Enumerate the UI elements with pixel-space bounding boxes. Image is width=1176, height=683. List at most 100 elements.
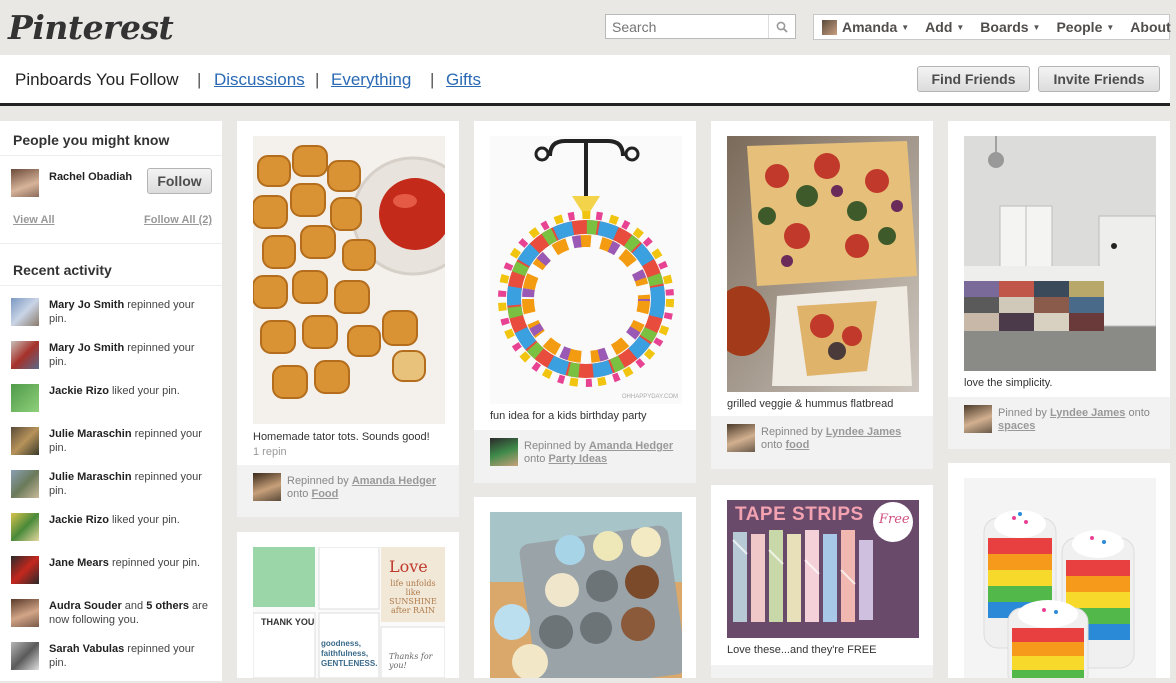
pin-image-wreath[interactable]: OHHAPPYDAY.COM	[490, 136, 682, 404]
search-box[interactable]	[605, 14, 796, 39]
activity-item[interactable]: Mary Jo Smith repinned your pin.	[11, 298, 211, 326]
activity-item[interactable]: Julie Maraschin repinned your pin.	[11, 470, 211, 498]
activity-item[interactable]: Jane Mears repinned your pin.	[11, 556, 211, 584]
pin-image-rainbow-jello[interactable]	[964, 478, 1156, 683]
tab-everything[interactable]: Everything	[331, 70, 411, 90]
find-friends-button[interactable]: Find Friends	[917, 66, 1030, 92]
activity-user[interactable]: Jackie Rizo	[49, 385, 109, 397]
people-menu[interactable]: People ▼	[1048, 19, 1122, 35]
pin-attribution: Repinned by Lyndee James onto food	[711, 416, 933, 469]
search-button[interactable]	[768, 15, 795, 38]
tab-gifts[interactable]: Gifts	[446, 70, 481, 90]
activity-user[interactable]: Julie Maraschin	[49, 428, 132, 440]
pinned-by-label: Pinned by	[998, 407, 1050, 419]
repin-count[interactable]: 1 repin	[253, 446, 287, 458]
activity-user[interactable]: Julie Maraschin	[49, 471, 132, 483]
activity-item[interactable]: Jackie Rizo liked your pin.	[11, 384, 211, 412]
activity-text: Sarah Vabulas repinned your pin.	[49, 642, 211, 670]
activity-thumbnail	[11, 298, 39, 326]
activity-user[interactable]: Sarah Vabulas	[49, 643, 124, 655]
onto-label: onto	[287, 488, 312, 500]
board-link[interactable]: food	[785, 439, 809, 451]
suggestion-name[interactable]: Rachel Obadiah	[49, 171, 132, 183]
attribution-text: Repinned by Amanda Hedger onto Food	[287, 475, 436, 501]
search-input[interactable]	[606, 15, 778, 38]
people-label: People	[1056, 19, 1103, 35]
pin-card[interactable]	[474, 497, 696, 683]
pin-card[interactable]: love the simplicity. Pinned by Lyndee Ja…	[948, 121, 1170, 449]
pinner-link[interactable]: Lyndee James	[1050, 407, 1125, 419]
activity-thumbnail	[11, 599, 39, 627]
pin-image-flatbread[interactable]	[714, 136, 919, 392]
pin-card[interactable]: OHHAPPYDAY.COM fun idea for a kids birth…	[474, 121, 696, 483]
repinned-by-label: Repinned by	[287, 475, 352, 487]
follow-all-link[interactable]: Follow All (2)	[144, 214, 212, 226]
pin-attribution: Pinned by Lyndee James onto spaces	[948, 397, 1170, 449]
activity-user[interactable]: Jane Mears	[49, 557, 109, 569]
pinner-avatar[interactable]	[490, 438, 518, 466]
board-link[interactable]: spaces	[998, 420, 1035, 432]
magnifier-icon	[776, 21, 788, 33]
activity-user[interactable]: Audra Souder	[49, 600, 122, 612]
activity-thumbnail	[11, 427, 39, 455]
pinner-avatar[interactable]	[253, 473, 281, 501]
activity-item[interactable]: Sarah Vabulas repinned your pin.	[11, 642, 211, 670]
suggestion-avatar[interactable]	[11, 169, 39, 197]
pin-card[interactable]: TAPE STRIPS Free Love these...and they'r…	[711, 485, 933, 678]
pinner-avatar[interactable]	[727, 424, 755, 452]
pin-description: fun idea for a kids birthday party	[490, 410, 647, 422]
activity-item[interactable]: Mary Jo Smith repinned your pin.	[11, 341, 211, 369]
pin-description: Homemade tator tots. Sounds good!	[253, 431, 430, 443]
card-sunshine: life unfolds like SUNSHINE after RAIN	[389, 579, 437, 615]
pin-card[interactable]: Homemade tator tots. Sounds good! 1 repi…	[237, 121, 475, 517]
activity-text: Julie Maraschin repinned your pin.	[49, 427, 211, 455]
chevron-down-icon: ▼	[956, 22, 965, 32]
activity-text: Mary Jo Smith repinned your pin.	[49, 298, 211, 326]
activity-user[interactable]: Mary Jo Smith	[49, 342, 124, 354]
pin-attribution: Repinned by Amanda Hedger onto Party Idea…	[474, 430, 696, 483]
activity-item[interactable]: Audra Souder and 5 others are now follow…	[11, 599, 211, 627]
activity-text: Mary Jo Smith repinned your pin.	[49, 341, 211, 369]
follow-button[interactable]: Follow	[147, 168, 212, 194]
pin-card[interactable]	[948, 463, 1170, 683]
pinner-avatar[interactable]	[964, 405, 992, 433]
activity-action: and	[121, 600, 147, 612]
board-link[interactable]: Party Ideas	[548, 453, 607, 465]
people-you-might-know-title: People you might know	[13, 132, 170, 148]
activity-action: liked your pin.	[108, 514, 180, 526]
tab-discussions[interactable]: Discussions	[214, 70, 305, 90]
nav-separator: |	[315, 70, 320, 89]
pinner-link[interactable]: Amanda Hedger	[352, 475, 436, 487]
invite-friends-button[interactable]: Invite Friends	[1038, 66, 1160, 92]
activity-thumbnail	[11, 642, 39, 670]
view-all-link[interactable]: View All	[13, 214, 55, 226]
about-menu[interactable]: About▼	[1122, 19, 1176, 35]
boards-menu[interactable]: Boards ▼	[972, 19, 1048, 35]
pin-image-printables[interactable]: Love life unfolds like SUNSHINE after RA…	[252, 546, 446, 679]
user-avatar	[822, 19, 837, 35]
pin-card[interactable]: Love life unfolds like SUNSHINE after RA…	[237, 532, 459, 679]
chevron-down-icon: ▼	[1106, 22, 1115, 32]
pin-description: Love these...and they're FREE	[727, 644, 877, 656]
top-nav: Amanda▼ Add▼ Boards▼ People▼ About▼	[813, 14, 1176, 40]
pin-image-tape-strips[interactable]: TAPE STRIPS Free	[727, 500, 919, 638]
tab-pinboards-you-follow[interactable]: Pinboards You Follow	[15, 70, 179, 90]
activity-item[interactable]: Julie Maraschin repinned your pin.	[11, 427, 211, 455]
pin-card[interactable]: grilled veggie & hummus flatbread Repinn…	[711, 121, 933, 469]
activity-item[interactable]: Jackie Rizo liked your pin.	[11, 513, 211, 541]
sub-nav: Pinboards You Follow | Discussions | Eve…	[0, 55, 1170, 106]
user-menu[interactable]: Amanda ▼	[814, 19, 917, 35]
pinterest-logo[interactable]: Pinterest	[8, 8, 174, 47]
pinner-link[interactable]: Lyndee James	[826, 426, 901, 438]
pinner-link[interactable]: Amanda Hedger	[589, 440, 673, 452]
pin-image-muffins[interactable]	[490, 512, 687, 683]
activity-others[interactable]: 5 others	[146, 600, 189, 612]
activity-user[interactable]: Jackie Rizo	[49, 514, 109, 526]
activity-user[interactable]: Mary Jo Smith	[49, 299, 124, 311]
add-menu[interactable]: Add ▼	[917, 19, 972, 35]
board-link[interactable]: Food	[311, 488, 338, 500]
sidebar: People you might know Rachel Obadiah Fol…	[0, 121, 222, 681]
pin-image-bedroom[interactable]	[964, 136, 1157, 371]
divider	[0, 285, 222, 286]
pin-image-tater-tots[interactable]	[252, 136, 475, 424]
